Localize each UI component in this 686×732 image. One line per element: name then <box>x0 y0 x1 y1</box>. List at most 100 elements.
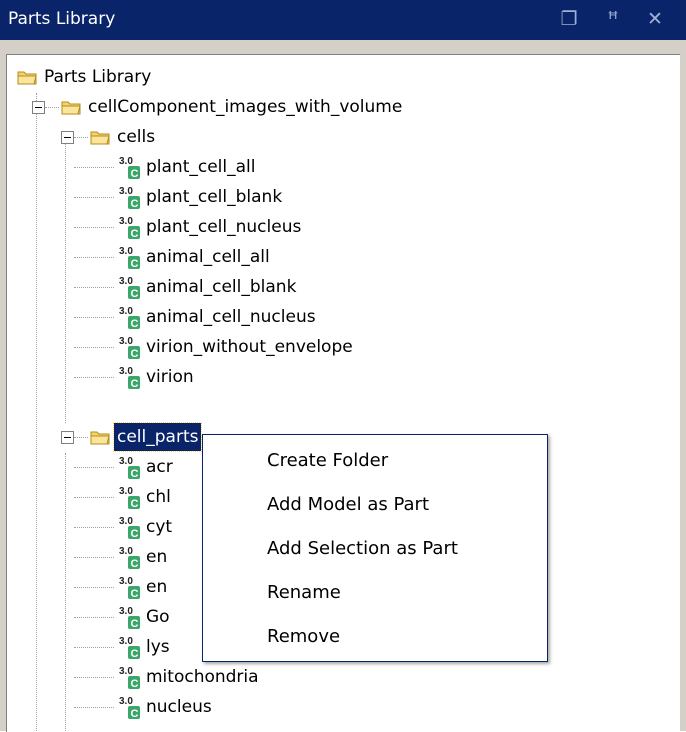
tree-line <box>74 617 114 618</box>
svg-text:3.0: 3.0 <box>119 456 133 467</box>
svg-text:3.0: 3.0 <box>119 696 133 707</box>
collapse-toggle[interactable] <box>61 431 74 444</box>
tree-line <box>74 497 114 498</box>
tree-part-label: animal_cell_blank <box>146 277 297 297</box>
tree-line <box>45 107 59 108</box>
tree-line <box>74 647 114 648</box>
svg-text:C: C <box>131 348 139 360</box>
close-icon[interactable]: ✕ <box>642 6 668 32</box>
tree-part-label: animal_cell_all <box>146 247 270 267</box>
tree-collection-label: cellComponent_images_with_volume <box>88 97 403 117</box>
tree-line <box>74 347 114 348</box>
svg-text:C: C <box>131 678 139 690</box>
svg-text:3.0: 3.0 <box>119 486 133 497</box>
part-3d-icon: 3.0C <box>119 336 140 360</box>
menu-item-add-model-as-part[interactable]: Add Model as Part <box>203 487 547 523</box>
tree-line <box>74 197 114 198</box>
tree-part-label: animal_cell_nucleus <box>146 307 316 327</box>
tree-part-item[interactable]: 3.0 Cvirion_without_envelope <box>15 333 415 361</box>
menu-item-remove[interactable]: Remove <box>203 619 547 655</box>
tree-part-item[interactable]: 3.0 C plant_cell_all <box>15 153 415 181</box>
tree-part-item[interactable]: 3.0 Canimal_cell_all <box>15 243 415 271</box>
menu-item-create-folder[interactable]: Create Folder <box>203 443 547 479</box>
tree-part-item[interactable]: 3.0 Cnucleus <box>15 693 415 721</box>
tree-part-item[interactable]: 3.0 Cplant_cell_blank <box>15 183 415 211</box>
tree-part-label: virion <box>146 367 194 387</box>
tree-line <box>74 377 114 378</box>
svg-text:3.0: 3.0 <box>119 336 133 347</box>
context-menu: Create Folder Add Model as Part Add Sele… <box>202 434 548 662</box>
part-3d-icon: 3.0C <box>119 636 140 660</box>
collapse-toggle[interactable] <box>61 131 74 144</box>
tree-part-item[interactable]: 3.0 C animal_cell_nucleus <box>15 303 415 331</box>
svg-text:C: C <box>131 468 139 480</box>
part-3d-icon: 3.0C <box>119 156 140 180</box>
part-3d-icon: 3.0C <box>119 306 140 330</box>
pin-icon[interactable]: ꟸ <box>600 6 626 32</box>
menu-item-add-selection-as-part[interactable]: Add Selection as Part <box>203 531 547 567</box>
tree-part-label: Go <box>146 607 170 627</box>
collapse-toggle[interactable] <box>32 101 45 114</box>
tree-folder-label: cells <box>117 127 156 147</box>
scrollbar-edge[interactable] <box>680 54 686 731</box>
part-3d-icon: 3.0C <box>119 696 140 720</box>
tree-line <box>74 137 88 138</box>
svg-text:C: C <box>131 708 139 720</box>
svg-text:3.0: 3.0 <box>119 186 133 197</box>
tree-part-label: chl <box>146 487 171 507</box>
part-3d-icon: 3.0C <box>119 186 140 210</box>
tree-part-item[interactable]: 3.0 Cplant_cell_nucleus <box>15 213 415 241</box>
svg-text:C: C <box>131 618 139 630</box>
part-3d-icon: 3.0C <box>119 516 140 540</box>
part-3d-icon: 3.0C <box>119 576 140 600</box>
menu-item-rename[interactable]: Rename <box>203 575 547 611</box>
tree-part-label: virion_without_envelope <box>146 337 353 357</box>
parts-library-panel: Parts Library ❐ ꟸ ✕ Parts Library cellCo… <box>0 0 686 732</box>
panel-title: Parts Library <box>8 9 116 29</box>
tree-part-label: en <box>146 577 168 597</box>
svg-text:C: C <box>131 528 139 540</box>
svg-text:C: C <box>131 318 139 330</box>
part-3d-icon: 3.0C <box>119 546 140 570</box>
svg-text:C: C <box>131 258 139 270</box>
tree-part-label: mitochondria <box>146 667 259 687</box>
svg-text:C: C <box>131 168 139 180</box>
tree-line <box>74 467 114 468</box>
panel-titlebar[interactable]: Parts Library ❐ ꟸ ✕ <box>0 0 686 40</box>
svg-text:3.0: 3.0 <box>119 636 133 647</box>
tree-line <box>74 287 114 288</box>
tree-part-label: plant_cell_all <box>146 157 256 177</box>
tree-line <box>74 677 114 678</box>
tree-part-item[interactable]: 3.0 C mitochondria <box>15 663 415 691</box>
svg-text:3.0: 3.0 <box>119 576 133 587</box>
tree-root[interactable]: Parts Library <box>15 63 415 91</box>
folder-open-icon <box>61 101 81 115</box>
svg-text:C: C <box>131 498 139 510</box>
part-3d-icon: 3.0C <box>119 666 140 690</box>
folder-open-icon <box>90 431 110 445</box>
restore-icon[interactable]: ❐ <box>556 6 582 32</box>
folder-open-icon <box>17 71 37 85</box>
svg-text:C: C <box>131 378 139 390</box>
tree-part-label: acr <box>146 457 173 477</box>
tree-line <box>74 167 114 168</box>
svg-text:C: C <box>131 558 139 570</box>
svg-text:3.0: 3.0 <box>119 216 133 227</box>
tree-line <box>74 317 114 318</box>
tree-part-item[interactable]: 3.0 Cvirion <box>15 363 415 391</box>
tree-folder-cells[interactable]: cells <box>15 123 315 151</box>
tree-collection[interactable]: cellComponent_images_with_volume <box>15 93 515 121</box>
tree-part-item[interactable]: 3.0 Canimal_cell_blank <box>15 273 415 301</box>
tree-root-label: Parts Library <box>44 67 152 87</box>
tree-part-label: cyt <box>146 517 173 537</box>
tree-part-label: plant_cell_nucleus <box>146 217 302 237</box>
tree-line <box>74 557 114 558</box>
tree-part-label: nucleus <box>146 697 212 717</box>
svg-text:3.0: 3.0 <box>119 606 133 617</box>
tree-line <box>74 527 114 528</box>
svg-text:3.0: 3.0 <box>119 276 133 287</box>
svg-text:C: C <box>131 228 139 240</box>
tree-line <box>74 227 114 228</box>
svg-text:3.0: 3.0 <box>119 366 133 377</box>
svg-text:C: C <box>131 288 139 300</box>
